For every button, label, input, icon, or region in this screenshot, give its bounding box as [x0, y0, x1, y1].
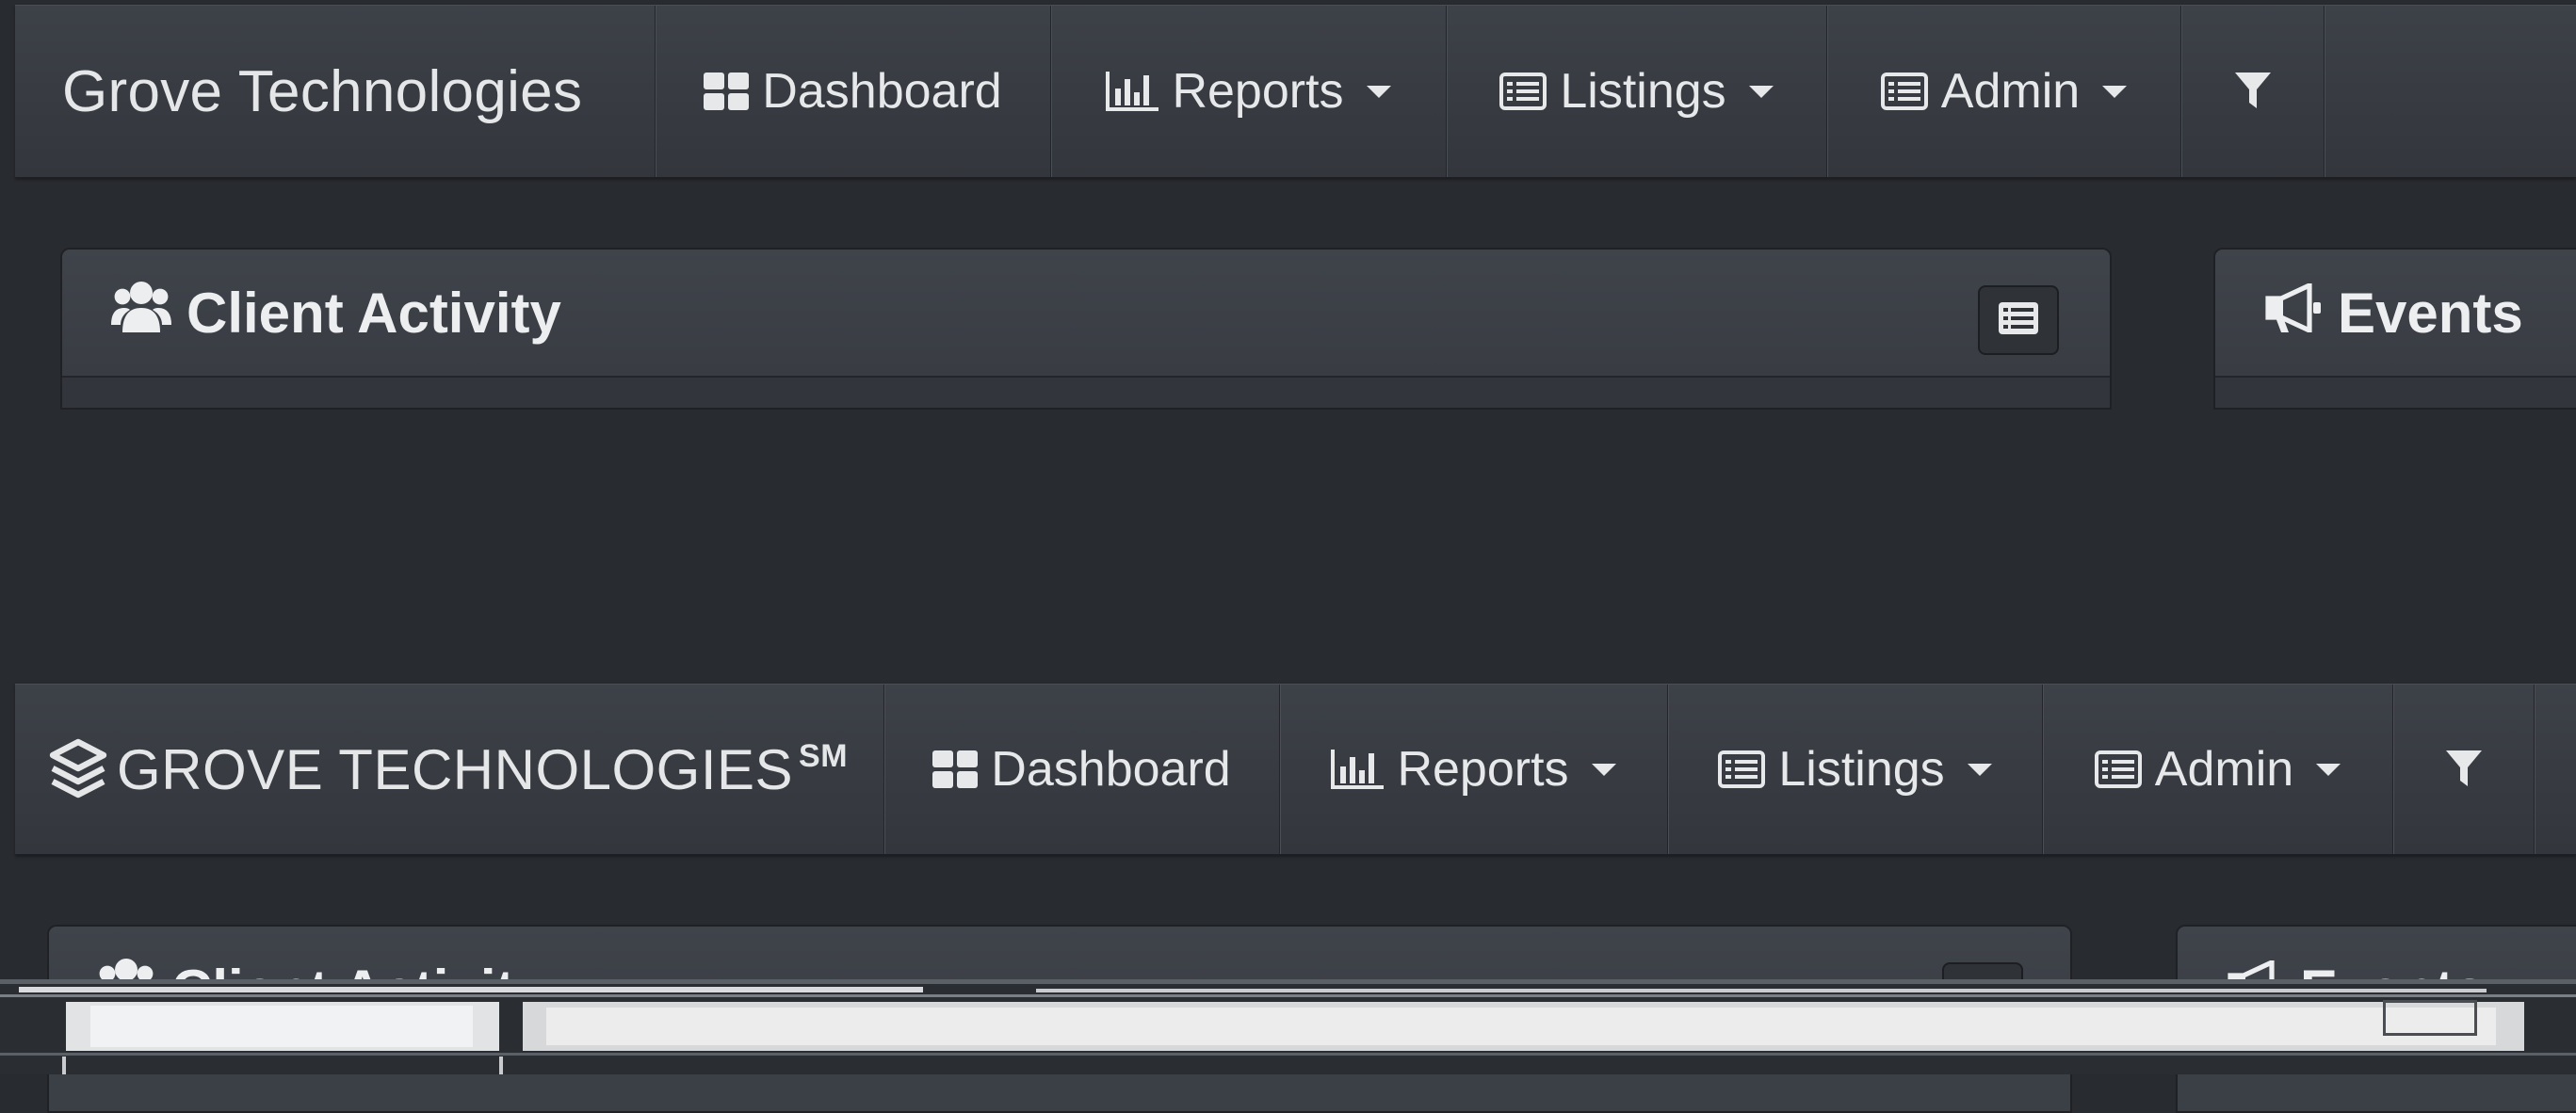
panel-menu-button[interactable] — [1978, 285, 2059, 355]
nav-listings[interactable]: Listings — [1668, 685, 2043, 854]
layers-logo-icon — [45, 736, 111, 802]
nav-listings-label: Listings — [1560, 64, 1726, 119]
nav-listings[interactable]: Listings — [1447, 6, 1827, 177]
nav-dashboard[interactable]: Dashboard — [884, 685, 1280, 854]
chevron-down-icon — [2102, 85, 2128, 98]
events-panel: Events — [2213, 248, 2576, 410]
list-icon — [1999, 301, 2038, 339]
users-icon — [111, 280, 171, 346]
filter-icon — [2445, 750, 2482, 788]
chevron-down-icon — [1967, 763, 1992, 776]
brand-text: Grove Technologies — [62, 58, 583, 124]
top-navbar: Grove Technologies Dashboard Reports Lis… — [15, 5, 2576, 178]
chevron-down-icon — [2316, 763, 2341, 776]
brand-service-mark: SM — [799, 737, 849, 774]
nav-listings-label: Listings — [1778, 742, 1945, 797]
brand-title[interactable]: GROVE TECHNOLOGIES SM — [15, 685, 884, 854]
nav-filter[interactable] — [2393, 685, 2535, 854]
nav-reports[interactable]: Reports — [1280, 685, 1668, 854]
dashboard-icon — [704, 73, 750, 110]
list-icon — [1499, 73, 1547, 110]
nav-admin-label: Admin — [2154, 742, 2294, 797]
nav-admin-label: Admin — [1940, 64, 2081, 119]
list-icon — [1880, 73, 1928, 110]
nav-reports-label: Reports — [1397, 742, 1569, 797]
render-glitch-strip — [0, 979, 2576, 1074]
panel-body — [62, 378, 2110, 408]
bottom-navbar: GROVE TECHNOLOGIES SM Dashboard Reports … — [15, 684, 2576, 855]
panel-header: Client Activity — [62, 250, 2110, 378]
bullhorn-icon — [2264, 281, 2323, 346]
chevron-down-icon — [1591, 763, 1616, 776]
nav-filter[interactable] — [2181, 6, 2325, 177]
filter-icon — [2234, 73, 2271, 110]
nav-dashboard-label: Dashboard — [991, 742, 1231, 797]
client-activity-panel: Client Activity — [60, 248, 2112, 410]
nav-dashboard[interactable]: Dashboard — [656, 6, 1051, 177]
nav-admin[interactable]: Admin — [1827, 6, 2181, 177]
list-icon — [1718, 750, 1766, 788]
nav-reports-label: Reports — [1172, 64, 1344, 119]
chevron-down-icon — [1748, 85, 1774, 98]
list-icon — [2094, 750, 2142, 788]
nav-reports[interactable]: Reports — [1051, 6, 1447, 177]
panel-body — [2215, 378, 2576, 408]
panel-title: Events — [2338, 281, 2523, 345]
bar-chart-icon — [1106, 72, 1159, 111]
brand-title[interactable]: Grove Technologies — [15, 6, 656, 177]
chevron-down-icon — [1366, 85, 1391, 98]
brand-text: GROVE TECHNOLOGIES — [117, 737, 794, 801]
nav-dashboard-label: Dashboard — [762, 64, 1002, 119]
dashboard-icon — [932, 750, 979, 788]
panel-header: Events — [2215, 250, 2576, 378]
panel-title: Client Activity — [186, 281, 561, 345]
bar-chart-icon — [1331, 750, 1385, 789]
nav-admin[interactable]: Admin — [2043, 685, 2393, 854]
